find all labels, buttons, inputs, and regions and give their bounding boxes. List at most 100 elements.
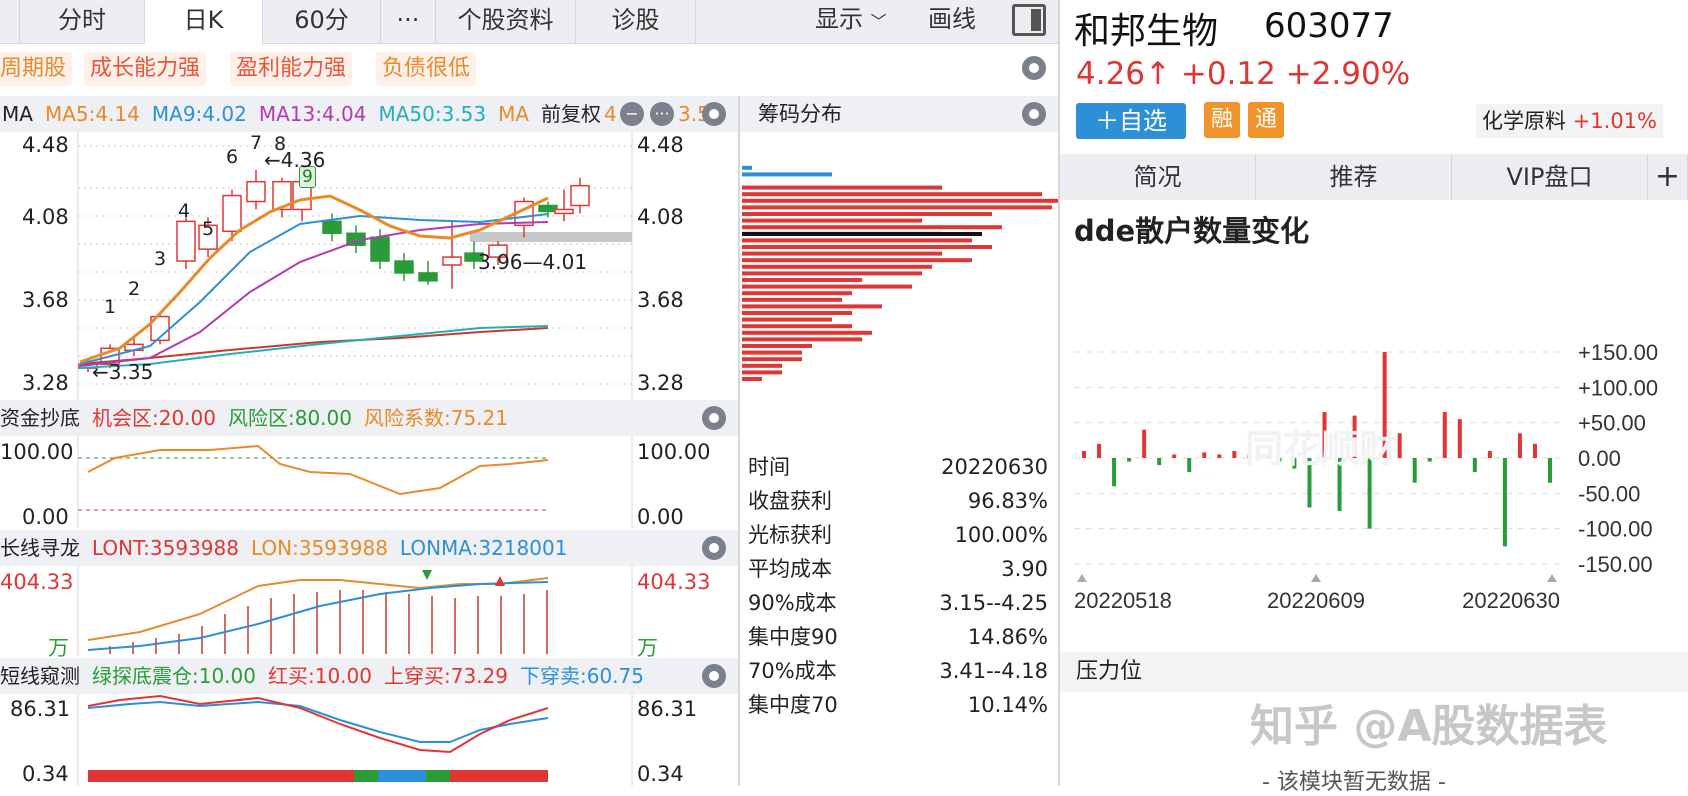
- sector-pct: +1.01%: [1572, 109, 1657, 133]
- short-b: 红买:10.00: [268, 664, 372, 688]
- candle-body: [322, 220, 342, 235]
- chip-bar: [742, 357, 802, 362]
- price-change: +0.12: [1180, 56, 1276, 92]
- chip-bar: [742, 291, 852, 296]
- chip-bar: [742, 337, 862, 342]
- candle-body: [176, 220, 196, 262]
- chip-distribution-chart[interactable]: [740, 132, 1058, 442]
- chip-stat-value: 20220630: [941, 455, 1048, 479]
- fund-coef: 风险系数:75.21: [364, 406, 508, 430]
- tag-profit[interactable]: 盈利能力强: [230, 52, 353, 86]
- dde-y-tick: +50.00: [1578, 411, 1646, 436]
- pressure-title: 压力位: [1076, 659, 1143, 684]
- tab-stock-info[interactable]: 个股资料: [436, 0, 576, 44]
- price-right-1: 4.48: [637, 133, 684, 157]
- dde-bar: [1457, 419, 1462, 458]
- chip-bar: [742, 264, 932, 269]
- tab-diagnose[interactable]: 诊股: [576, 0, 696, 44]
- chip-bar: [742, 350, 802, 355]
- dde-y-tick: 0.00: [1578, 446, 1621, 471]
- draw-button[interactable]: 画线: [928, 0, 976, 40]
- chip-header: 筹码分布: [740, 96, 1058, 132]
- display-menu[interactable]: 显示 ﹀: [815, 0, 887, 40]
- candle-mark-4: 4: [178, 200, 191, 222]
- chip-title: 筹码分布: [758, 102, 842, 126]
- tab-vip[interactable]: VIP盘口: [1452, 154, 1648, 200]
- ma-tail: 4: [604, 96, 617, 132]
- fund-right-top: 100.00: [637, 440, 711, 464]
- add-watchlist-button[interactable]: ＋自选: [1076, 103, 1186, 139]
- chip-bar: [742, 258, 972, 263]
- tag-cyclical[interactable]: 周期股: [0, 52, 73, 86]
- dde-bar: [1517, 433, 1522, 458]
- chip-bar: [742, 271, 922, 276]
- chip-stat-key: 集中度70: [748, 693, 838, 717]
- chip-stat-row: 平均成本 3.90: [748, 552, 1048, 586]
- dde-bar: [1412, 458, 1417, 483]
- tag-growth[interactable]: 成长能力强: [84, 52, 207, 86]
- dde-bar: [1157, 458, 1162, 466]
- sector-badge[interactable]: 化学原料 +1.01%: [1476, 104, 1663, 138]
- lon-left-top: 404.33: [0, 570, 74, 594]
- margin-badge[interactable]: 融: [1204, 102, 1240, 138]
- chip-stat-row: 70%成本 3.41--4.18: [748, 654, 1048, 688]
- tab-daily-k[interactable]: 日K: [145, 0, 263, 45]
- add-tab-button[interactable]: +: [1648, 154, 1688, 200]
- gear-icon[interactable]: [1022, 102, 1046, 126]
- chip-bar: [742, 218, 922, 223]
- tag-low-debt[interactable]: 负债很低: [376, 52, 477, 86]
- candle-mark-6: 6: [226, 146, 239, 168]
- buy-arrow-icon: [495, 576, 505, 586]
- chip-bar: [742, 205, 1052, 210]
- gear-icon[interactable]: [702, 536, 726, 560]
- dde-chart[interactable]: +150.00 +100.00 +50.00 0.00 -50.00 -100.00 -15…: [1060, 330, 1688, 620]
- gear-icon[interactable]: [702, 406, 726, 430]
- dde-bar: [1442, 412, 1447, 458]
- fq-button[interactable]: 前复权: [535, 96, 607, 132]
- tab-60min[interactable]: 60分: [263, 0, 381, 44]
- connect-badge[interactable]: 通: [1248, 102, 1284, 138]
- chip-bar: [742, 284, 912, 289]
- tab-recommend[interactable]: 推荐: [1256, 154, 1452, 200]
- tab-timeshare[interactable]: 分时: [20, 0, 145, 44]
- avg-cost-line: [742, 232, 982, 236]
- chip-bar: [742, 363, 782, 368]
- panel-layout-icon[interactable]: [1012, 4, 1046, 36]
- price-value: 4.26↑: [1076, 56, 1171, 92]
- dde-bar: [1127, 458, 1132, 462]
- price-left-1: 4.48: [22, 133, 69, 157]
- gear-icon[interactable]: [702, 102, 726, 126]
- gear-icon[interactable]: [702, 664, 726, 688]
- dde-y-tick: -50.00: [1578, 481, 1640, 506]
- sidebar-toggle[interactable]: [0, 0, 20, 44]
- chip-bar: [742, 185, 942, 190]
- more-icon[interactable]: ···: [650, 102, 674, 126]
- ma13-label: MA13:4.04: [258, 102, 367, 126]
- dde-x-tick: 20220630: [1462, 588, 1560, 613]
- candle-body: [442, 256, 462, 266]
- fund-chart[interactable]: [0, 436, 740, 528]
- candle-mark-1: 1: [104, 296, 117, 318]
- gear-icon[interactable]: [1022, 56, 1046, 80]
- chip-stat-key: 平均成本: [748, 557, 832, 581]
- short-right-top: 86.31: [637, 697, 698, 721]
- chip-stat-value: 10.14%: [967, 693, 1048, 717]
- short-chart[interactable]: [0, 694, 740, 786]
- minus-icon[interactable]: −: [620, 102, 644, 126]
- more-button[interactable]: ···: [381, 0, 436, 44]
- price-right-3: 3.68: [637, 288, 684, 312]
- candle-mark-2: 2: [128, 278, 141, 300]
- chip-stat-key: 70%成本: [748, 659, 837, 683]
- chip-bar: [742, 192, 1042, 197]
- stock-tags: 周期股 成长能力强 盈利能力强 负债很低: [0, 48, 738, 90]
- chip-bar: [742, 304, 882, 309]
- candle-body: [222, 194, 242, 233]
- chip-bar: [742, 172, 832, 177]
- lon-label: LON:3593988: [250, 536, 388, 560]
- lon-right-top: 404.33: [637, 570, 711, 594]
- chip-bar: [742, 245, 992, 249]
- footer-watermark: 知乎 @A股数据表: [1250, 701, 1608, 752]
- tab-overview[interactable]: 简况: [1060, 154, 1256, 200]
- sector-name: 化学原料: [1482, 109, 1566, 133]
- lon-chart[interactable]: [0, 566, 740, 656]
